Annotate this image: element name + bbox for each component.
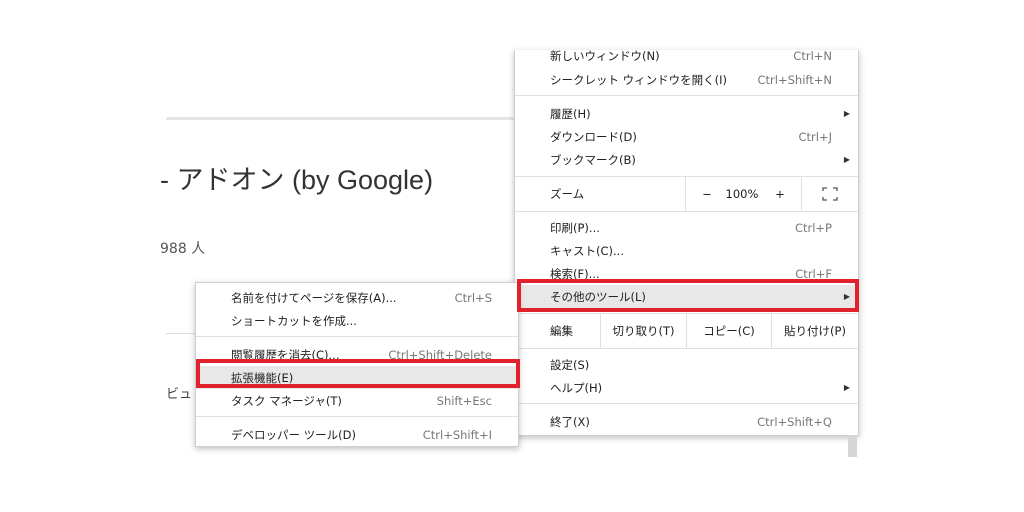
zoom-label: ズーム [550,187,585,201]
find-label: 検索(F)... [550,266,600,281]
menu-separator [515,348,858,349]
clear-data-shortcut: Ctrl+Shift+Delete [388,347,492,362]
menu-item-incognito[interactable]: シークレット ウィンドウを開く(I) Ctrl+Shift+N [515,68,858,91]
user-count: 988 人 [160,241,206,257]
scrollbar[interactable] [848,435,857,457]
menu-item-history[interactable]: 履歴(H) ▶ [515,102,858,125]
exit-shortcut: Ctrl+Shift+Q [757,414,832,429]
chevron-right-icon: ▶ [843,155,850,164]
submenu-item-clear-data[interactable]: 閲覧履歴を消去(C)... Ctrl+Shift+Delete [196,343,518,366]
chevron-right-icon: ▶ [843,292,850,301]
chevron-right-icon: ▶ [843,383,850,392]
menu-item-exit[interactable]: 終了(X) Ctrl+Shift+Q [515,410,858,433]
create-shortcut-label: ショートカットを作成... [231,313,357,328]
menu-separator [196,416,518,417]
edit-label: 編集 [550,324,573,338]
cut-button[interactable]: 切り取り(T) [601,314,686,348]
menu-separator [515,211,858,212]
menu-item-zoom: ズーム − 100% + [515,177,858,211]
save-page-shortcut: Ctrl+S [454,290,492,305]
submenu-item-dev-tools[interactable]: デベロッパー ツール(D) Ctrl+Shift+I [196,423,518,446]
chrome-main-menu: 新しいウィンドウ(N) Ctrl+N シークレット ウィンドウを開く(I) Ct… [514,49,859,436]
downloads-shortcut: Ctrl+J [798,129,833,144]
task-manager-shortcut: Shift+Esc [436,393,492,408]
copy-button[interactable]: コピー(C) [687,314,771,348]
menu-separator [196,336,518,337]
zoom-in-button[interactable]: + [765,177,795,211]
chevron-right-icon: ▶ [843,109,850,118]
save-page-label: 名前を付けてページを保存(A)... [231,290,397,305]
fullscreen-icon [822,187,838,201]
menu-item-bookmarks[interactable]: ブックマーク(B) ▶ [515,148,858,171]
new-window-shortcut: Ctrl+N [793,49,832,63]
bookmarks-label: ブックマーク(B) [550,152,636,167]
paste-button[interactable]: 貼り付け(P) [772,314,858,348]
menu-item-edit: 編集 切り取り(T) コピー(C) 貼り付け(P) [515,314,858,348]
clear-data-label: 閲覧履歴を消去(C)... [231,347,340,362]
print-label: 印刷(P)... [550,220,600,235]
submenu-item-create-shortcut[interactable]: ショートカットを作成... [196,309,518,332]
incognito-shortcut: Ctrl+Shift+N [757,72,832,87]
review-tab-fragment[interactable]: ビュ [166,383,192,402]
submenu-item-save-page[interactable]: 名前を付けてページを保存(A)... Ctrl+S [196,286,518,309]
menu-item-settings[interactable]: 設定(S) [515,353,858,376]
submenu-item-extensions[interactable]: 拡張機能(E) [196,366,518,389]
zoom-divider [801,177,802,211]
help-label: ヘルプ(H) [550,380,603,395]
menu-separator [515,95,858,96]
dev-tools-shortcut: Ctrl+Shift+I [422,427,492,442]
cast-label: キャスト(C)... [550,243,624,258]
menu-item-print[interactable]: 印刷(P)... Ctrl+P [515,216,858,239]
page-title: - アドオン (by Google) [160,165,434,195]
more-tools-submenu: 名前を付けてページを保存(A)... Ctrl+S ショートカットを作成... … [195,282,519,447]
find-shortcut: Ctrl+F [795,266,832,281]
history-label: 履歴(H) [550,106,591,121]
zoom-divider [685,177,686,211]
menu-item-find[interactable]: 検索(F)... Ctrl+F [515,262,858,285]
submenu-item-task-manager[interactable]: タスク マネージャ(T) Shift+Esc [196,389,518,412]
extensions-label: 拡張機能(E) [231,370,294,385]
zoom-out-button[interactable]: − [692,177,722,211]
menu-item-help[interactable]: ヘルプ(H) ▶ [515,376,858,399]
print-shortcut: Ctrl+P [794,220,832,235]
dev-tools-label: デベロッパー ツール(D) [231,427,356,442]
menu-item-more-tools[interactable]: その他のツール(L) ▶ [515,285,858,308]
downloads-label: ダウンロード(D) [550,129,637,144]
new-window-label: 新しいウィンドウ(N) [550,49,660,63]
page-divider [166,117,526,120]
menu-separator [515,403,858,404]
menu-item-cast[interactable]: キャスト(C)... [515,239,858,262]
menu-item-new-window[interactable]: 新しいウィンドウ(N) Ctrl+N [515,46,858,66]
incognito-label: シークレット ウィンドウを開く(I) [550,72,728,87]
menu-item-downloads[interactable]: ダウンロード(D) Ctrl+J [515,125,858,148]
task-manager-label: タスク マネージャ(T) [231,393,342,408]
more-tools-label: その他のツール(L) [550,289,646,304]
fullscreen-button[interactable] [815,177,845,211]
settings-label: 設定(S) [550,357,590,372]
exit-label: 終了(X) [550,414,590,429]
zoom-level: 100% [725,187,759,201]
